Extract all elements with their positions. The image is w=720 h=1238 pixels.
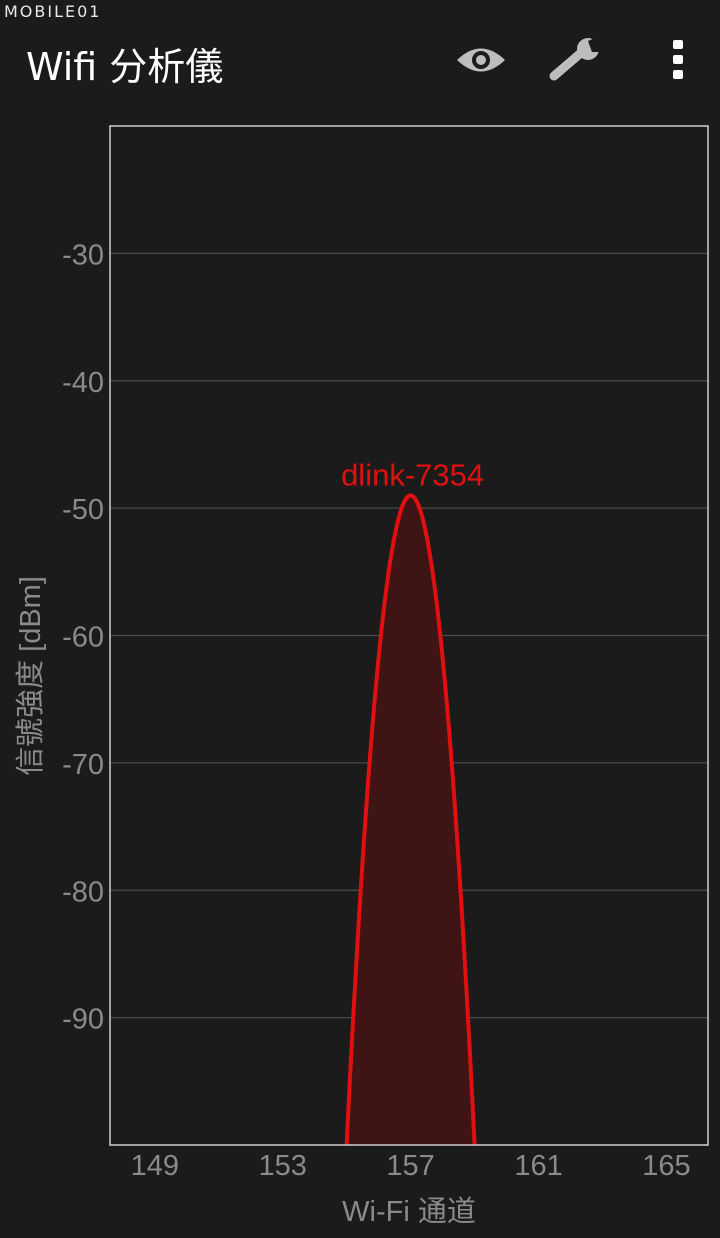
y-tick-label: -40 <box>62 367 104 399</box>
wrench-icon <box>549 38 602 81</box>
y-tick-label: -70 <box>62 749 104 781</box>
y-axis-label: 信號強度 [dBm] <box>14 576 47 776</box>
x-tick-label: 149 <box>131 1150 179 1182</box>
y-tick-label: -50 <box>62 494 104 526</box>
y-tick-label: -90 <box>62 1004 104 1036</box>
x-axis-label: Wi-Fi 通道 <box>342 1195 476 1228</box>
more-vert-icon <box>673 40 683 79</box>
view-toggle-button[interactable] <box>446 30 516 90</box>
eye-icon <box>457 48 505 72</box>
y-tick-label: -80 <box>62 876 104 908</box>
x-tick-label: 153 <box>258 1150 306 1182</box>
channel-graph: -30 -40 -50 -60 -70 -80 -90 149 153 157 161 165 dl… <box>0 118 720 1233</box>
y-tick-label: -60 <box>62 622 104 654</box>
app-title: Wifi 分析儀 <box>26 45 224 89</box>
y-tick-label: -30 <box>62 239 104 271</box>
x-tick-label: 157 <box>386 1150 434 1182</box>
app-bar: Wifi 分析儀 <box>0 0 720 118</box>
x-tick-label: 165 <box>642 1150 690 1182</box>
channel-graph-svg: -30 -40 -50 -60 -70 -80 -90 149 153 157 161 165 dl… <box>14 125 709 1228</box>
overflow-menu-button[interactable] <box>643 30 713 90</box>
settings-button[interactable] <box>540 30 610 90</box>
x-tick-label: 161 <box>514 1150 562 1182</box>
network-label: dlink-7354 <box>341 457 484 492</box>
